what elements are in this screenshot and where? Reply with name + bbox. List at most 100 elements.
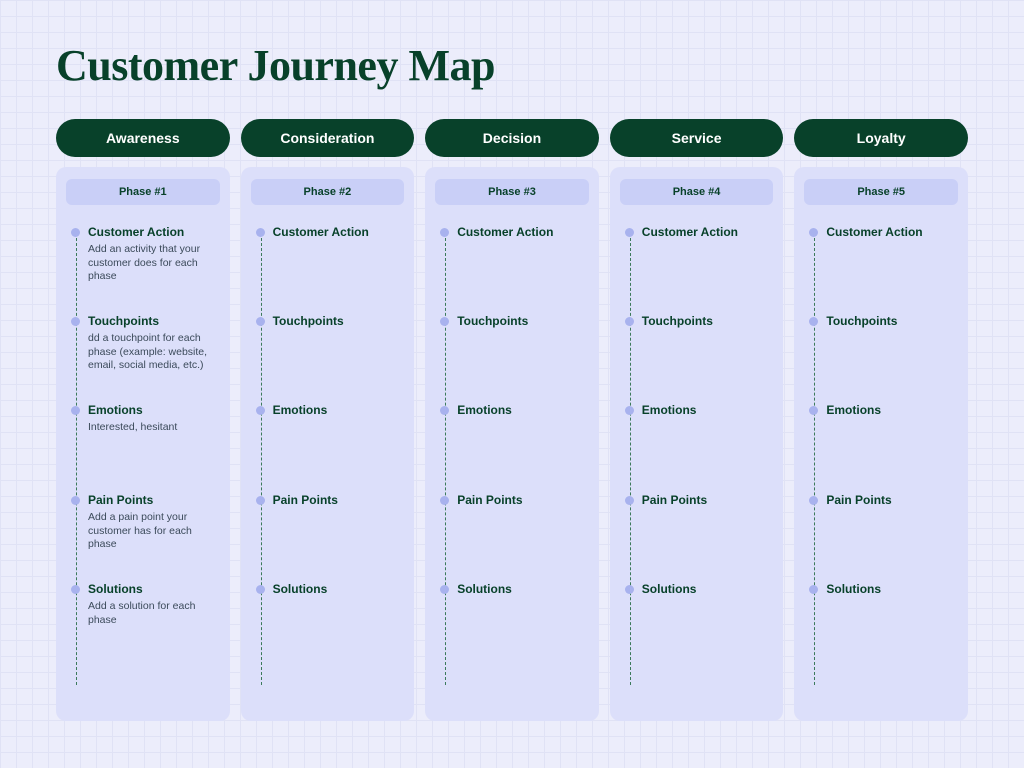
journey-item: Solutions	[826, 582, 958, 600]
dot-icon	[809, 496, 818, 505]
dot-icon	[625, 228, 634, 237]
item-heading: Touchpoints	[273, 314, 405, 328]
journey-item: Pain Points	[826, 493, 958, 511]
item-heading: Pain Points	[273, 493, 405, 507]
journey-item: Pain Points Add a pain point your custom…	[88, 493, 220, 552]
journey-item: Solutions	[642, 582, 774, 600]
dot-icon	[256, 228, 265, 237]
item-heading: Pain Points	[826, 493, 958, 507]
phase-column: Phase #3 Customer Action Touchpoints Emo…	[425, 167, 599, 721]
dot-icon	[809, 406, 818, 415]
phase-column: Phase #1 Customer Action Add an activity…	[56, 167, 230, 721]
dot-icon	[256, 496, 265, 505]
item-heading: Customer Action	[826, 225, 958, 239]
timeline-track: Customer Action Add an activity that you…	[72, 225, 220, 685]
phase-label: Phase #4	[620, 179, 774, 205]
journey-item: Touchpoints	[457, 314, 589, 332]
item-description: dd a touchpoint for each phase (example:…	[88, 332, 220, 373]
journey-item: Customer Action	[273, 225, 405, 243]
item-heading: Touchpoints	[457, 314, 589, 328]
phase-label: Phase #2	[251, 179, 405, 205]
columns-row: Phase #1 Customer Action Add an activity…	[56, 167, 968, 721]
stage-header: Service	[610, 119, 784, 157]
dot-icon	[256, 406, 265, 415]
journey-item: Emotions	[457, 403, 589, 421]
item-heading: Touchpoints	[88, 314, 220, 328]
phase-column: Phase #5 Customer Action Touchpoints Emo…	[794, 167, 968, 721]
phase-label: Phase #1	[66, 179, 220, 205]
item-heading: Emotions	[642, 403, 774, 417]
item-description: Add a solution for each phase	[88, 600, 220, 627]
item-heading: Emotions	[457, 403, 589, 417]
phase-column: Phase #4 Customer Action Touchpoints Emo…	[610, 167, 784, 721]
item-heading: Customer Action	[457, 225, 589, 239]
journey-item: Customer Action	[642, 225, 774, 243]
item-heading: Emotions	[826, 403, 958, 417]
dot-icon	[71, 228, 80, 237]
item-heading: Customer Action	[273, 225, 405, 239]
page-title: Customer Journey Map	[56, 40, 968, 91]
journey-item: Emotions	[273, 403, 405, 421]
item-heading: Solutions	[88, 582, 220, 596]
item-heading: Customer Action	[88, 225, 220, 239]
stage-header: Awareness	[56, 119, 230, 157]
stage-headers-row: Awareness Consideration Decision Service…	[56, 119, 968, 157]
dot-icon	[440, 585, 449, 594]
dot-icon	[625, 317, 634, 326]
item-heading: Pain Points	[457, 493, 589, 507]
dot-icon	[71, 406, 80, 415]
item-description: Interested, hesitant	[88, 421, 220, 435]
dot-icon	[256, 317, 265, 326]
journey-item: Pain Points	[642, 493, 774, 511]
journey-item: Emotions	[826, 403, 958, 421]
item-heading: Emotions	[88, 403, 220, 417]
item-heading: Pain Points	[642, 493, 774, 507]
phase-label: Phase #3	[435, 179, 589, 205]
item-description: Add an activity that your customer does …	[88, 243, 220, 284]
dot-icon	[440, 406, 449, 415]
journey-item: Pain Points	[273, 493, 405, 511]
item-description: Add a pain point your customer has for e…	[88, 511, 220, 552]
dot-icon	[625, 496, 634, 505]
item-heading: Emotions	[273, 403, 405, 417]
timeline-track: Customer Action Touchpoints Emotions Pai…	[626, 225, 774, 685]
dot-icon	[809, 317, 818, 326]
stage-header: Decision	[425, 119, 599, 157]
dot-icon	[71, 496, 80, 505]
item-heading: Pain Points	[88, 493, 220, 507]
dot-icon	[440, 228, 449, 237]
timeline-track: Customer Action Touchpoints Emotions Pai…	[257, 225, 405, 685]
journey-item: Emotions	[642, 403, 774, 421]
stage-header: Loyalty	[794, 119, 968, 157]
dot-icon	[256, 585, 265, 594]
phase-label: Phase #5	[804, 179, 958, 205]
journey-item: Solutions Add a solution for each phase	[88, 582, 220, 627]
phase-column: Phase #2 Customer Action Touchpoints Emo…	[241, 167, 415, 721]
item-heading: Touchpoints	[826, 314, 958, 328]
dot-icon	[809, 228, 818, 237]
item-heading: Solutions	[457, 582, 589, 596]
dot-icon	[71, 317, 80, 326]
journey-item: Emotions Interested, hesitant	[88, 403, 220, 435]
item-heading: Solutions	[642, 582, 774, 596]
timeline-track: Customer Action Touchpoints Emotions Pai…	[810, 225, 958, 685]
item-heading: Customer Action	[642, 225, 774, 239]
journey-item: Solutions	[457, 582, 589, 600]
journey-item: Customer Action	[457, 225, 589, 243]
journey-item: Pain Points	[457, 493, 589, 511]
journey-item: Customer Action	[826, 225, 958, 243]
dot-icon	[440, 317, 449, 326]
journey-item: Touchpoints dd a touchpoint for each pha…	[88, 314, 220, 373]
dot-icon	[809, 585, 818, 594]
dot-icon	[625, 406, 634, 415]
journey-item: Customer Action Add an activity that you…	[88, 225, 220, 284]
item-heading: Solutions	[273, 582, 405, 596]
stage-header: Consideration	[241, 119, 415, 157]
journey-item: Touchpoints	[273, 314, 405, 332]
item-heading: Solutions	[826, 582, 958, 596]
timeline-track: Customer Action Touchpoints Emotions Pai…	[441, 225, 589, 685]
journey-item: Touchpoints	[642, 314, 774, 332]
dot-icon	[71, 585, 80, 594]
journey-item: Touchpoints	[826, 314, 958, 332]
journey-item: Solutions	[273, 582, 405, 600]
